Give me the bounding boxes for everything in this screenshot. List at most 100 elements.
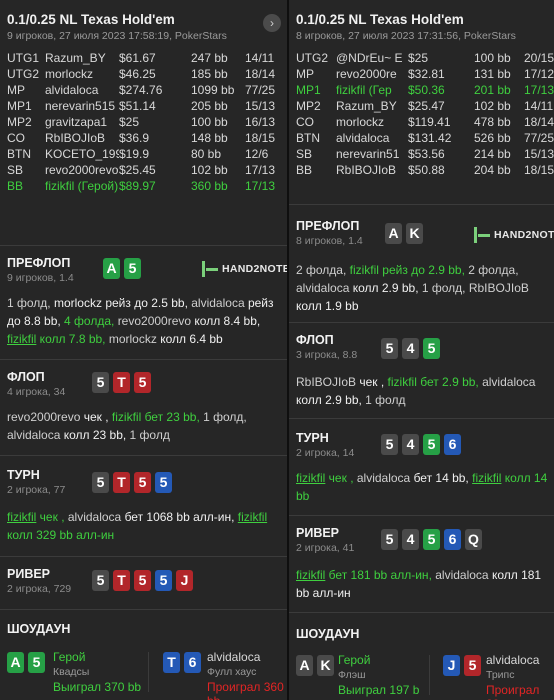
action-segment: чек , bbox=[325, 471, 357, 485]
player-row[interactable]: BB RbIBOJIoB $50.88 204 bb 18/15 bbox=[296, 162, 554, 178]
hand-title: 0.1/0.25 NL Texas Hold'em bbox=[7, 12, 175, 27]
player-pos: CO bbox=[296, 115, 314, 129]
hero-result: Выиграл 197 b bbox=[338, 683, 420, 697]
river-sub: 2 игрока, 41 bbox=[296, 542, 355, 554]
player-row[interactable]: BTN alvidaloca $131.42 526 bb 77/25 bbox=[296, 130, 554, 146]
preflop-sub: 9 игроков, 1.4 bbox=[7, 272, 74, 284]
action-segment: 1 фолд, bbox=[203, 410, 247, 424]
preflop-sub: 8 игроков, 1.4 bbox=[296, 235, 363, 247]
player-name: revo2000re bbox=[336, 67, 397, 81]
player-pos: MP2 bbox=[7, 115, 32, 129]
hand2note-logo: HAND2NOTE bbox=[202, 261, 287, 277]
player-bb: 204 bb bbox=[474, 163, 511, 177]
action-segment: бет 1068 bb алл-ин, bbox=[124, 510, 238, 524]
villain-hand: Трипс bbox=[486, 669, 515, 681]
playing-card: 5 bbox=[134, 570, 151, 591]
player-stat: 18/14 bbox=[245, 67, 275, 81]
action-segment: morlockz bbox=[108, 332, 161, 346]
player-bb: 201 bb bbox=[474, 83, 511, 97]
player-stack: $53.56 bbox=[408, 147, 445, 161]
logo-text: HAND2NOTE bbox=[222, 263, 287, 275]
player-row[interactable]: SB nerevarin51 $53.56 214 bb 15/13 bbox=[296, 146, 554, 162]
player-stack: $89.97 bbox=[119, 179, 156, 193]
player-name: RbIBOJIoB bbox=[45, 131, 106, 145]
playing-card: J bbox=[443, 655, 460, 676]
action-segment: колл 2.9 bb, bbox=[352, 281, 422, 295]
player-pos: SB bbox=[296, 147, 313, 161]
villain-name: alvidaloca bbox=[207, 650, 261, 664]
player-pos: BB bbox=[296, 163, 313, 177]
player-row[interactable]: BB fizikfil (Герой) $89.97 360 bb 17/13 bbox=[7, 178, 275, 194]
playing-card: K bbox=[317, 655, 334, 676]
action-segment: revo2000revo bbox=[117, 314, 195, 328]
turn-action: fizikfil чек , alvidaloca бет 14 bb, fiz… bbox=[296, 469, 552, 505]
player-stack: $25.45 bbox=[119, 163, 156, 177]
player-row[interactable]: MP2 gravitzapa1 $25 100 bb 16/13 bbox=[7, 114, 275, 130]
playing-card: A bbox=[385, 223, 402, 244]
player-bb: 148 bb bbox=[191, 131, 228, 145]
playing-card: 5 bbox=[423, 338, 440, 359]
player-stack: $50.88 bbox=[408, 163, 445, 177]
player-row[interactable]: SB revo2000revo $25.45 102 bb 17/13 bbox=[7, 162, 275, 178]
action-segment: alvidaloca bbox=[7, 428, 64, 442]
player-row[interactable]: MP2 Razum_BY $25.47 102 bb 14/11 bbox=[296, 98, 554, 114]
player-bb: 100 bb bbox=[191, 115, 228, 129]
player-pos: UTG2 bbox=[296, 51, 329, 65]
player-pos: MP bbox=[7, 83, 25, 97]
player-stack: $274.76 bbox=[119, 83, 163, 97]
playing-card: K bbox=[406, 223, 423, 244]
player-stack: $131.42 bbox=[408, 131, 452, 145]
action-segment: alvidaloca bbox=[191, 296, 248, 310]
action-segment: 1 фолд, bbox=[421, 281, 469, 295]
playing-card: 4 bbox=[402, 338, 419, 359]
action-segment: alvidaloca bbox=[482, 375, 536, 389]
player-row[interactable]: UTG1 Razum_BY $61.67 247 bb 14/11 bbox=[7, 50, 275, 66]
player-bb: 1099 bb bbox=[191, 83, 235, 97]
player-row[interactable]: MP1 nerevarin515 $51.14 205 bb 15/13 bbox=[7, 98, 275, 114]
player-row[interactable]: UTG2 @NDrEu~ E $25 100 bb 20/15 bbox=[296, 50, 554, 66]
river-action: fizikfil бет 181 bb алл-ин, alvidaloca к… bbox=[296, 566, 552, 602]
player-row[interactable]: BTN KOCETO_199 $19.9 80 bb 12/6 bbox=[7, 146, 275, 162]
player-bb: 102 bb bbox=[474, 99, 511, 113]
player-row[interactable]: MP revo2000re $32.81 131 bb 17/12 bbox=[296, 66, 554, 82]
playing-card: A bbox=[103, 258, 120, 279]
player-row[interactable]: MP1 fizikfil (Гер $50.36 201 bb 17/13 bbox=[296, 82, 554, 98]
player-name: fizikfil (Гер bbox=[336, 83, 392, 97]
player-row[interactable]: MP alvidaloca $274.76 1099 bb 77/25 bbox=[7, 82, 275, 98]
player-bb: 214 bb bbox=[474, 147, 511, 161]
player-pos: UTG2 bbox=[7, 67, 40, 81]
player-name: nerevarin515 bbox=[45, 99, 116, 113]
turn-cards: 5456 bbox=[381, 434, 465, 455]
player-stack: $50.36 bbox=[408, 83, 445, 97]
action-segment: fizikfil bbox=[237, 510, 268, 524]
player-row[interactable]: CO morlockz $119.41 478 bb 18/14 bbox=[296, 114, 554, 130]
hero-showdown-cards: A5 bbox=[7, 652, 49, 673]
player-name: morlockz bbox=[336, 115, 385, 129]
action-segment: 1 фолд bbox=[365, 393, 406, 407]
action-segment: чек , bbox=[83, 410, 112, 424]
player-bb: 80 bb bbox=[191, 147, 222, 161]
player-pos: UTG1 bbox=[7, 51, 40, 65]
preflop-action: 1 фолд, morlockz рейз до 2.5 bb, alvidal… bbox=[7, 294, 285, 348]
action-segment: alvidaloca bbox=[435, 568, 492, 582]
playing-card: J bbox=[176, 570, 193, 591]
turn-section: ТУРН 2 игрока, 14 5456 fizikfil чек , al… bbox=[289, 419, 554, 516]
player-stat: 17/13 bbox=[245, 163, 275, 177]
action-segment: чек , bbox=[359, 375, 388, 389]
chevron-right-icon[interactable]: › bbox=[263, 14, 281, 32]
turn-sub: 2 игрока, 77 bbox=[7, 484, 66, 496]
player-name: alvidaloca bbox=[336, 131, 390, 145]
hand-header: 0.1/0.25 NL Texas Hold'em 9 игроков, 27 … bbox=[0, 0, 287, 246]
player-name: Razum_BY bbox=[45, 51, 106, 65]
flop-label: ФЛОП bbox=[7, 370, 45, 384]
playing-card: 5 bbox=[423, 529, 440, 550]
player-row[interactable]: UTG2 morlockz $46.25 185 bb 18/14 bbox=[7, 66, 275, 82]
action-segment: 2 фолда, bbox=[296, 263, 350, 277]
villain-showdown-cards: T6 bbox=[163, 652, 205, 673]
preflop-section: ПРЕФЛОП 9 игроков, 1.4 A5 HAND2NOTE 1 фо… bbox=[0, 246, 287, 360]
river-cards: 5T55J bbox=[92, 570, 197, 591]
playing-card: T bbox=[163, 652, 180, 673]
player-row[interactable]: CO RbIBOJIoB $36.9 148 bb 18/15 bbox=[7, 130, 275, 146]
action-segment: alvidaloca bbox=[356, 471, 414, 485]
action-segment: колл 1.9 bb bbox=[296, 299, 359, 313]
